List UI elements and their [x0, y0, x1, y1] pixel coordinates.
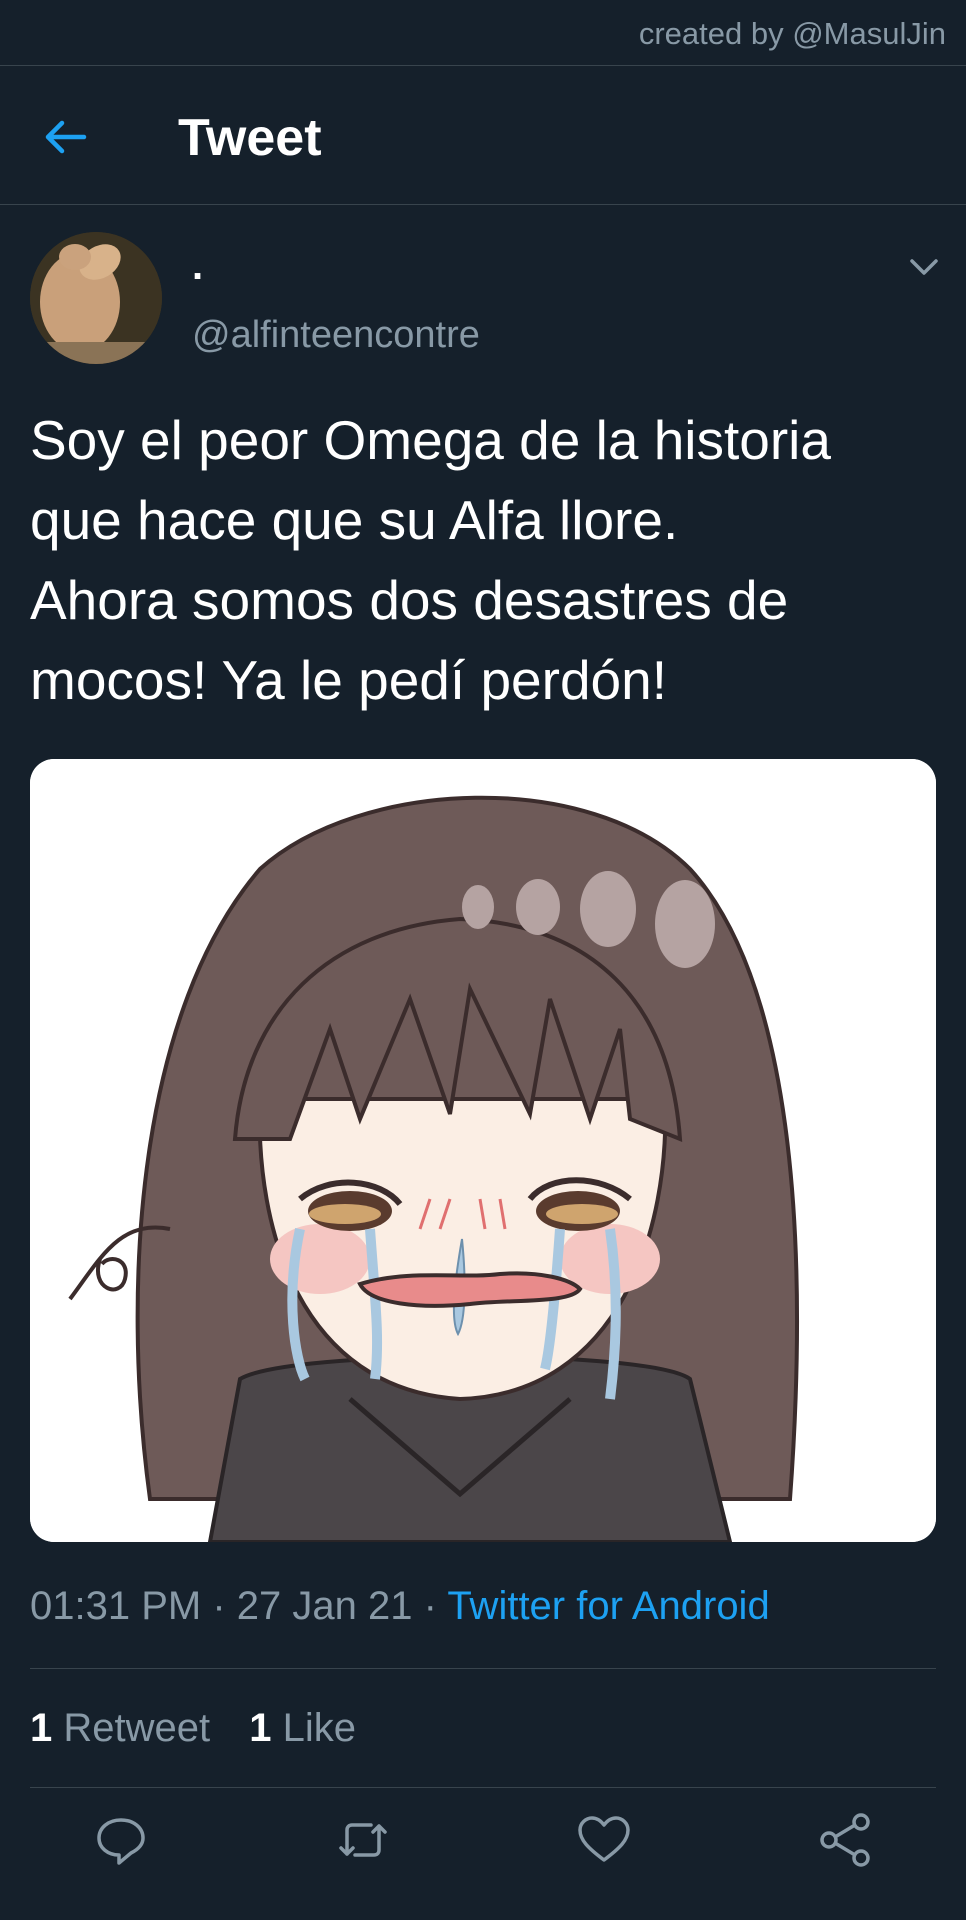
crying-anime-girl-illustration	[30, 759, 936, 1542]
header: Tweet	[0, 66, 966, 205]
tweet-options-button[interactable]	[904, 252, 944, 282]
likes-stat[interactable]: 1 Like	[249, 1706, 356, 1750]
tweet-stats: 1 Retweet 1 Like	[30, 1706, 384, 1751]
page-title: Tweet	[178, 109, 322, 167]
tweet-date: 27 Jan 21	[236, 1584, 413, 1628]
back-button[interactable]	[40, 112, 90, 162]
meta-separator: ·	[212, 1584, 237, 1628]
likes-label: Like	[282, 1706, 357, 1750]
reply-button[interactable]	[91, 1810, 151, 1870]
tweet-meta: 01:31 PM · 27 Jan 21 · Twitter for Andro…	[30, 1584, 770, 1629]
retweets-count: 1	[30, 1706, 53, 1750]
likes-count: 1	[249, 1706, 272, 1750]
retweets-label: Retweet	[63, 1706, 211, 1750]
credit-text: created by @MasulJin	[638, 16, 946, 51]
reply-icon	[97, 1818, 145, 1865]
credit-bar: created by @MasulJin	[0, 0, 966, 66]
retweet-button[interactable]	[333, 1810, 393, 1870]
avatar-image	[30, 232, 162, 364]
tweet-time: 01:31 PM	[30, 1584, 202, 1628]
chevron-down-icon	[910, 259, 938, 275]
avatar[interactable]	[30, 232, 162, 364]
share-button[interactable]	[815, 1810, 875, 1870]
divider	[30, 1668, 936, 1669]
user-handle[interactable]: @alfinteencontre	[192, 314, 480, 357]
tweet-source-link[interactable]: Twitter for Android	[447, 1584, 769, 1628]
display-name[interactable]: .	[192, 244, 203, 289]
tweet-text-line: mocos! Ya le pedí perdón!	[30, 649, 667, 711]
divider	[30, 1787, 936, 1788]
tweet-text-line: Ahora somos dos desastres de	[30, 569, 789, 631]
retweets-stat[interactable]: 1 Retweet	[30, 1706, 210, 1750]
like-button[interactable]	[574, 1810, 634, 1870]
share-icon	[820, 1813, 870, 1867]
tweet-actions	[0, 1810, 966, 1880]
tweet-media-image[interactable]	[30, 759, 936, 1542]
meta-separator: ·	[423, 1584, 448, 1628]
tweet-text-line: Soy el peor Omega de la historia	[30, 409, 831, 471]
retweet-icon	[339, 1823, 387, 1857]
like-icon	[578, 1816, 630, 1862]
tweet-text-line: que hace que su Alfa llore.	[30, 489, 679, 551]
tweet-text: Soy el peor Omega de la historia que hac…	[30, 400, 940, 720]
arrow-left-icon	[45, 120, 87, 154]
